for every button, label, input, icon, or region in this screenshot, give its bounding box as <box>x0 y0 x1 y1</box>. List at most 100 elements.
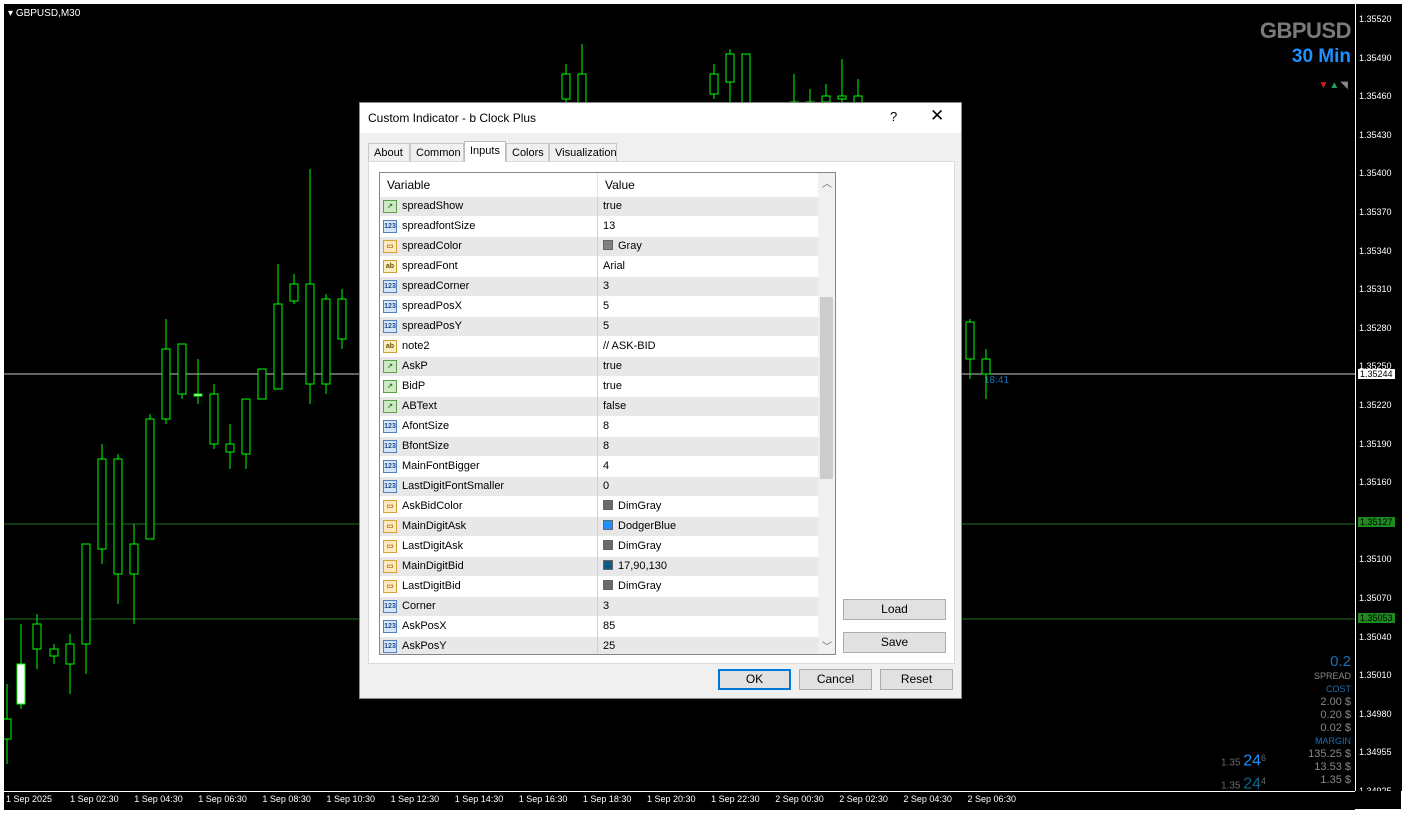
color-swatch <box>603 560 613 570</box>
input-row-BfontSize[interactable]: 123 BfontSize 8 <box>380 437 818 457</box>
input-variable: spreadfontSize <box>402 220 476 232</box>
input-value[interactable]: 5 <box>603 320 609 332</box>
num-type-icon: 123 <box>383 280 397 293</box>
candle-body <box>225 443 235 453</box>
chart-title: ▾ GBPUSD,M30 <box>8 8 81 19</box>
input-value[interactable]: 8 <box>603 420 609 432</box>
input-row-MainDigitAsk[interactable]: ▭ MainDigitAsk DodgerBlue <box>380 517 818 537</box>
input-row-spreadFont[interactable]: ab spreadFont Arial <box>380 257 818 277</box>
input-value[interactable]: 25 <box>603 640 615 652</box>
input-value[interactable]: 0 <box>603 480 609 492</box>
input-value[interactable]: 8 <box>603 440 609 452</box>
time-tick: 2 Sep 04:30 <box>903 794 952 804</box>
cancel-button[interactable]: Cancel <box>799 669 872 690</box>
indicator-dialog: Custom Indicator - b Clock Plus ? ✕ Abou… <box>359 102 962 699</box>
input-value[interactable]: 5 <box>603 300 609 312</box>
input-row-LastDigitAsk[interactable]: ▭ LastDigitAsk DimGray <box>380 537 818 557</box>
input-row-note2[interactable]: ab note2 // ASK-BID <box>380 337 818 357</box>
help-button[interactable]: ? <box>890 109 897 124</box>
input-row-AskPosY[interactable]: 123 AskPosY 25 <box>380 637 818 654</box>
bid-quote: 1.35 244 <box>1221 772 1266 791</box>
input-row-AskPosX[interactable]: 123 AskPosX 85 <box>380 617 818 637</box>
time-axis[interactable]: 1 Sep 2025 1 Sep 02:30 1 Sep 04:30 1 Sep 06… <box>4 791 1355 810</box>
input-row-spreadColor[interactable]: ▭ spreadColor Gray <box>380 237 818 257</box>
tab-colors[interactable]: Colors <box>506 143 549 161</box>
tab-common[interactable]: Common <box>410 143 464 161</box>
scroll-thumb[interactable] <box>820 297 833 479</box>
cell-separator <box>597 497 598 517</box>
input-value[interactable]: 3 <box>603 280 609 292</box>
scroll-down-icon[interactable]: ﹀ <box>822 638 832 653</box>
input-value[interactable]: DimGray <box>603 580 661 592</box>
chart-symbol-label: GBPUSD,M30 <box>15 8 81 19</box>
input-row-BidP[interactable]: ↗ BidP true <box>380 377 818 397</box>
input-value[interactable]: true <box>603 200 622 212</box>
input-row-AskP[interactable]: ↗ AskP true <box>380 357 818 377</box>
input-value[interactable]: 3 <box>603 600 609 612</box>
input-row-LastDigitBid[interactable]: ▭ LastDigitBid DimGray <box>380 577 818 597</box>
input-row-spreadfontSize[interactable]: 123 spreadfontSize 13 <box>380 217 818 237</box>
input-value[interactable]: Arial <box>603 260 625 272</box>
ok-button[interactable]: OK <box>718 669 791 690</box>
candle-body <box>709 73 719 95</box>
input-row-AfontSize[interactable]: 123 AfontSize 8 <box>380 417 818 437</box>
cell-separator <box>597 617 598 637</box>
close-icon[interactable]: ✕ <box>930 106 944 126</box>
grid-scrollbar[interactable]: ︿ ﹀ <box>818 173 835 654</box>
input-row-spreadCorner[interactable]: 123 spreadCorner 3 <box>380 277 818 297</box>
input-row-MainDigitBid[interactable]: ▭ MainDigitBid 17,90,130 <box>380 557 818 577</box>
price-tick: 1.35520 <box>1359 14 1392 24</box>
input-value[interactable]: 17,90,130 <box>603 560 667 572</box>
scroll-up-icon[interactable]: ︿ <box>822 175 832 190</box>
ask-quote: 1.35 246 <box>1221 749 1266 772</box>
input-row-spreadShow[interactable]: ↗ spreadShow true <box>380 197 818 217</box>
save-button[interactable]: Save <box>843 632 946 653</box>
column-value[interactable]: Value <box>605 178 635 192</box>
input-value[interactable]: false <box>603 400 626 412</box>
price-axis[interactable]: 1.35520 1.35490 1.35460 1.35430 1.35400 1.353… <box>1355 4 1402 796</box>
price-tick: 1.35040 <box>1359 631 1392 642</box>
input-value[interactable]: 4 <box>603 460 609 472</box>
input-row-LastDigitFontSmaller[interactable]: 123 LastDigitFontSmaller 0 <box>380 477 818 497</box>
inputs-grid[interactable]: Variable Value ↗ spreadShow true 123 spreadf… <box>379 172 836 655</box>
input-value[interactable]: DimGray <box>603 500 661 512</box>
input-variable: spreadColor <box>402 240 462 252</box>
cost-3: 0.02 $ <box>1320 722 1351 734</box>
input-variable: LastDigitAsk <box>402 540 464 552</box>
input-row-MainFontBigger[interactable]: 123 MainFontBigger 4 <box>380 457 818 477</box>
input-row-Corner[interactable]: 123 Corner 3 <box>380 597 818 617</box>
input-value[interactable]: true <box>603 360 622 372</box>
color-swatch <box>603 240 613 250</box>
cell-separator <box>597 237 598 257</box>
input-value-text: 5 <box>603 300 610 312</box>
input-value[interactable]: DodgerBlue <box>603 520 676 532</box>
tab-inputs[interactable]: Inputs <box>464 141 506 162</box>
input-value[interactable]: Gray <box>603 240 642 252</box>
dialog-titlebar[interactable]: Custom Indicator - b Clock Plus ? ✕ <box>360 103 961 133</box>
input-value[interactable]: // ASK-BID <box>603 340 656 352</box>
input-value-text: Arial <box>603 260 626 272</box>
input-value[interactable]: 85 <box>603 620 615 632</box>
input-value[interactable]: 13 <box>603 220 615 232</box>
cell-separator <box>597 257 598 277</box>
input-row-AskBidColor[interactable]: ▭ AskBidColor DimGray <box>380 497 818 517</box>
input-value[interactable]: DimGray <box>603 540 661 552</box>
candle-body <box>273 303 283 390</box>
input-row-spreadPosY[interactable]: 123 spreadPosY 5 <box>380 317 818 337</box>
input-row-ABText[interactable]: ↗ ABText false <box>380 397 818 417</box>
input-variable: AskBidColor <box>402 500 463 512</box>
tab-about[interactable]: About <box>368 143 410 161</box>
input-row-spreadPosX[interactable]: 123 spreadPosX 5 <box>380 297 818 317</box>
col-type-icon: ▭ <box>383 520 397 533</box>
input-value[interactable]: true <box>603 380 622 392</box>
tab-visualization[interactable]: Visualization <box>549 143 617 161</box>
reset-button[interactable]: Reset <box>880 669 953 690</box>
column-variable[interactable]: Variable <box>387 178 430 192</box>
cell-separator <box>597 557 598 577</box>
candle-body <box>257 368 267 400</box>
time-tick: 1 Sep 14:30 <box>454 794 504 804</box>
cell-separator <box>597 277 598 297</box>
input-value-text: true <box>603 360 622 372</box>
spread-value: 0.2 <box>1330 653 1351 670</box>
load-button[interactable]: Load <box>843 599 946 620</box>
